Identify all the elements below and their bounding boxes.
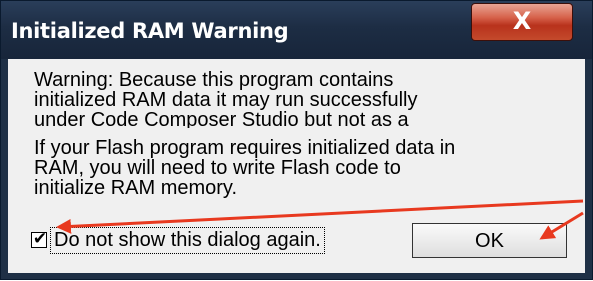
dialog-body: Warning: Because this program contains i… [8,59,585,273]
flash-info-text: If your Flash program requires initializ… [34,137,456,199]
dialog-title: Initialized RAM Warning [11,19,289,43]
dont-show-again-checkbox[interactable]: ✔ [31,229,48,249]
title-bar[interactable]: Initialized RAM Warning X [1,1,592,59]
checkmark-icon: ✔ [32,229,48,249]
warning-text: Warning: Because this program contains i… [34,70,418,128]
close-button[interactable]: X [471,3,573,41]
ok-button-label: OK [475,230,504,252]
dialog-window: Initialized RAM Warning X Warning: Becau… [0,0,593,280]
ok-button[interactable]: OK [412,223,567,258]
close-icon: X [512,7,532,35]
dont-show-again-label[interactable]: Do not show this dialog again. [50,227,325,254]
